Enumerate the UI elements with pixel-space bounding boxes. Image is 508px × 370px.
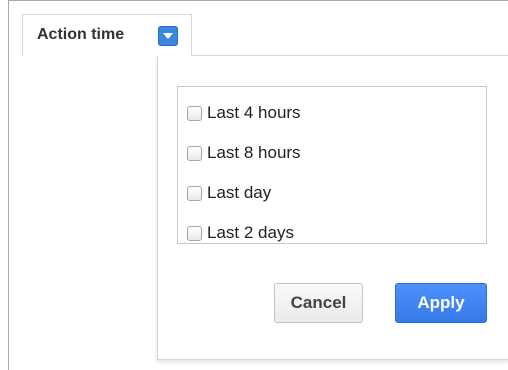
option-last-2-days[interactable]: Last 2 days	[178, 213, 486, 253]
option-label: Last day	[207, 183, 272, 202]
checkbox-last-4-hours[interactable]	[187, 105, 202, 121]
checkbox-last-2-days[interactable]	[187, 225, 202, 241]
checkbox-last-day[interactable]	[187, 185, 202, 201]
option-label: Last 4 hours	[207, 103, 301, 122]
column-header-label: Action time	[37, 26, 125, 43]
time-range-options: Last 4 hours Last 8 hours Last day Last …	[177, 86, 487, 244]
option-label: Last 2 days	[207, 223, 294, 242]
cancel-button[interactable]: Cancel	[274, 283, 363, 323]
time-filter-popup: Last 4 hours Last 8 hours Last day Last …	[157, 55, 508, 360]
option-last-4-hours[interactable]: Last 4 hours	[178, 93, 486, 133]
option-label: Last 8 hours	[207, 143, 301, 162]
column-header-action-time: Action time	[22, 14, 192, 56]
chevron-down-icon	[163, 33, 173, 39]
checkbox-last-8-hours[interactable]	[187, 145, 202, 161]
apply-button[interactable]: Apply	[395, 283, 487, 323]
filter-dropdown-button[interactable]	[158, 26, 178, 46]
option-last-day[interactable]: Last day	[178, 173, 486, 213]
option-last-8-hours[interactable]: Last 8 hours	[178, 133, 486, 173]
